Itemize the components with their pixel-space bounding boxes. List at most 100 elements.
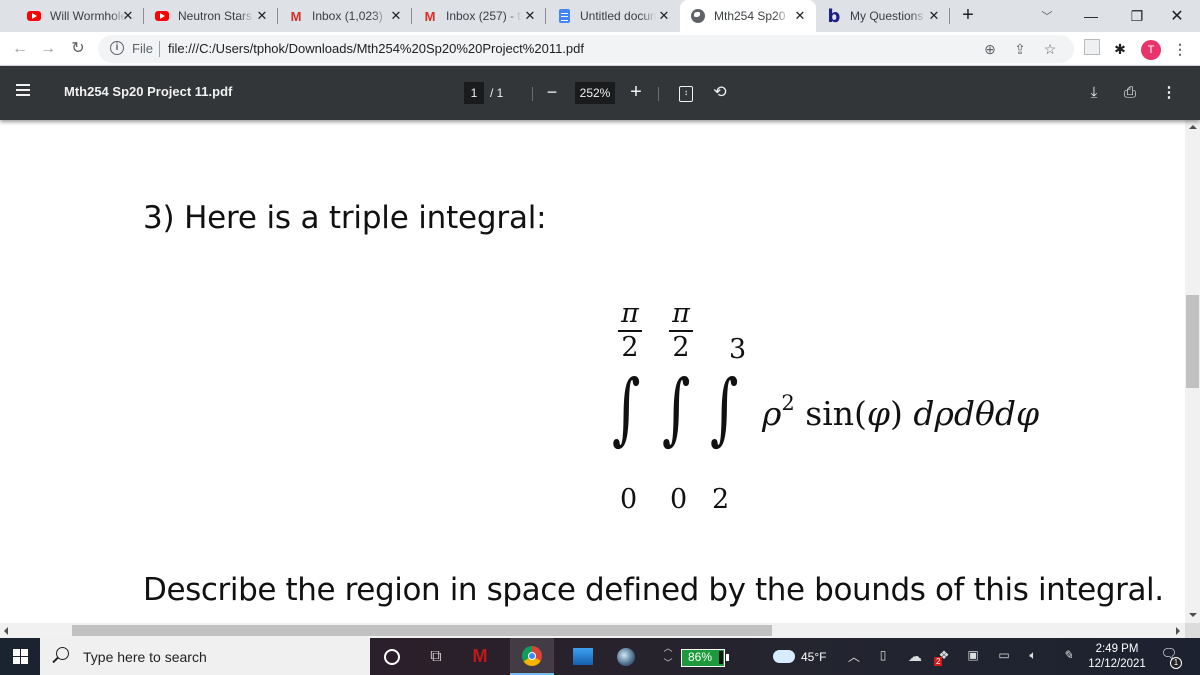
display-settings-icon[interactable]: ▣ (963, 648, 983, 662)
start-button[interactable] (0, 638, 40, 675)
integral-symbol: ∫ (612, 364, 641, 454)
info-icon[interactable]: i (110, 41, 124, 55)
page-number-input[interactable]: 1 (464, 82, 484, 104)
scroll-up-arrow-icon[interactable] (1189, 125, 1197, 129)
tab-label: Will Wormhole (50, 9, 126, 23)
extension-icon[interactable] (1082, 39, 1102, 59)
bookmark-star-icon[interactable]: ☆ (1040, 39, 1060, 59)
weather-temperature[interactable]: 45°F (801, 650, 826, 664)
tab-inbox-257[interactable]: M Inbox (257) - th ✕ (412, 0, 546, 32)
tab-my-questions[interactable]: b My Questions | ✕ (816, 0, 950, 32)
youtube-icon (26, 8, 42, 24)
download-icon[interactable]: ⤓ (1083, 82, 1105, 104)
address-bar[interactable]: i File file:///C:/Users/tphok/Downloads/… (98, 35, 1074, 63)
exponent: 2 (781, 391, 795, 415)
new-tab-button[interactable]: + (956, 4, 980, 28)
close-tab-icon[interactable]: ✕ (522, 8, 538, 24)
clock-date: 12/12/2021 (1088, 658, 1146, 670)
horizontal-scrollbar[interactable] (0, 623, 1185, 638)
close-tab-icon[interactable]: ✕ (254, 8, 270, 24)
rotate-icon[interactable]: ⟲ (710, 83, 730, 103)
phi-symbol: φ (866, 394, 890, 433)
scroll-down-arrow-icon[interactable] (1189, 613, 1197, 617)
onedrive-icon[interactable]: ☁ (905, 648, 925, 665)
lower-bound-rho: 2 (712, 484, 730, 515)
horizontal-scroll-thumb[interactable] (72, 625, 772, 636)
zoom-in-button[interactable]: + (627, 82, 645, 102)
profile-avatar[interactable]: T (1141, 40, 1161, 60)
globe-icon (690, 8, 706, 24)
close-tab-icon[interactable]: ✕ (120, 8, 136, 24)
mcafee-icon[interactable]: M (458, 638, 502, 675)
pdf-toolbar: Mth254 Sp20 Project 11.pdf 1 / 1 − 252% … (0, 66, 1200, 120)
action-center-icon[interactable]: 🗨︎ 1 (1160, 646, 1182, 669)
pdf-page: 3) Here is a triple integral: π 2 ∫ 0 π … (0, 120, 1185, 623)
vertical-scroll-thumb[interactable] (1186, 295, 1199, 388)
google-docs-icon (556, 8, 572, 24)
question-heading: 3) Here is a triple integral: (143, 200, 547, 236)
scroll-left-arrow-icon[interactable] (4, 627, 8, 635)
tab-search-chevron-icon[interactable]: ﹀ (1024, 0, 1070, 32)
meet-now-icon[interactable]: ▯ (873, 648, 893, 662)
integral-symbol: ∫ (710, 364, 739, 454)
scrollbar-corner (1185, 623, 1200, 638)
volume-icon[interactable]: 🔈︎ (1023, 648, 1043, 663)
search-placeholder: Type here to search (83, 649, 207, 665)
battery-tray-icon[interactable]: ▭ (994, 648, 1014, 662)
close-tab-icon[interactable]: ✕ (926, 8, 942, 24)
bartleby-icon: b (827, 5, 841, 27)
taskbar-scroll-icon[interactable]: ︿ ﹀ (662, 641, 674, 671)
close-window-button[interactable]: ✕ (1154, 0, 1200, 32)
pen-icon[interactable]: ✎ (1058, 648, 1078, 662)
tab-inbox-1023[interactable]: M Inbox (1,023) - ✕ (278, 0, 412, 32)
forward-button[interactable]: → (36, 37, 60, 61)
weather-cloud-icon[interactable] (773, 650, 795, 663)
dropbox-icon[interactable]: ❖ 2 (934, 648, 954, 666)
extensions-puzzle-icon[interactable]: ✱ (1110, 39, 1130, 59)
close-tab-icon[interactable]: ✕ (656, 8, 672, 24)
zoom-out-button[interactable]: − (544, 83, 560, 102)
pdf-title: Mth254 Sp20 Project 11.pdf (64, 84, 233, 99)
dropbox-badge: 2 (934, 657, 943, 666)
back-button[interactable]: ← (8, 37, 32, 61)
system-clock[interactable]: 2:49 PM 12/12/2021 (1084, 642, 1150, 672)
show-hidden-icons-chevron[interactable]: ︿ (844, 648, 864, 665)
url-text[interactable]: file:///C:/Users/tphok/Downloads/Mth254%… (168, 41, 584, 56)
sidebar-menu-icon[interactable] (16, 84, 30, 96)
globe-app-icon[interactable] (604, 638, 648, 675)
rho-symbol: ρ (762, 394, 782, 433)
chrome-taskbar-icon[interactable] (510, 638, 554, 675)
upper-bound-rho: 3 (729, 334, 747, 365)
vertical-scrollbar[interactable] (1185, 120, 1200, 623)
tab-label: Neutron Stars: (178, 9, 254, 23)
cortana-icon[interactable] (370, 638, 414, 675)
pdf-more-icon[interactable]: ⋮ (1158, 82, 1180, 104)
tab-label: Mth254 Sp20 P (714, 9, 790, 23)
photos-icon[interactable] (561, 638, 605, 675)
taskbar-search[interactable]: Type here to search (40, 638, 370, 675)
tab-label: Inbox (1,023) - (312, 9, 388, 23)
divider (532, 87, 533, 101)
print-icon[interactable]: ⎙ (1119, 82, 1141, 104)
tab-untitled-document[interactable]: Untitled docum ✕ (546, 0, 680, 32)
browser-menu-icon[interactable]: ⋮ (1170, 39, 1190, 59)
lower-bound-theta: 0 (670, 484, 688, 515)
fit-to-page-icon[interactable]: ↕ (679, 86, 693, 102)
close-tab-icon[interactable]: ✕ (792, 8, 808, 24)
minimize-button[interactable]: — (1068, 0, 1114, 32)
share-icon[interactable]: ⇪ (1010, 39, 1030, 59)
task-view-icon[interactable]: ⧉ (414, 638, 458, 675)
lower-bound-phi: 0 (620, 484, 638, 515)
tab-will-wormhole[interactable]: Will Wormhole ✕ (16, 0, 144, 32)
divider (159, 41, 160, 57)
battery-indicator[interactable]: 86% (681, 649, 729, 667)
battery-percent: 86% (688, 650, 713, 664)
reload-button[interactable]: ↻ (66, 37, 90, 61)
tab-neutron-stars[interactable]: Neutron Stars: ✕ (144, 0, 278, 32)
close-tab-icon[interactable]: ✕ (388, 8, 404, 24)
tab-mth254-active[interactable]: Mth254 Sp20 P ✕ (680, 0, 816, 32)
scroll-right-arrow-icon[interactable] (1176, 627, 1180, 635)
zoom-level-input[interactable]: 252% (575, 82, 615, 104)
zoom-icon[interactable]: ⊕ (980, 39, 1000, 59)
close-paren: ) (890, 394, 914, 433)
